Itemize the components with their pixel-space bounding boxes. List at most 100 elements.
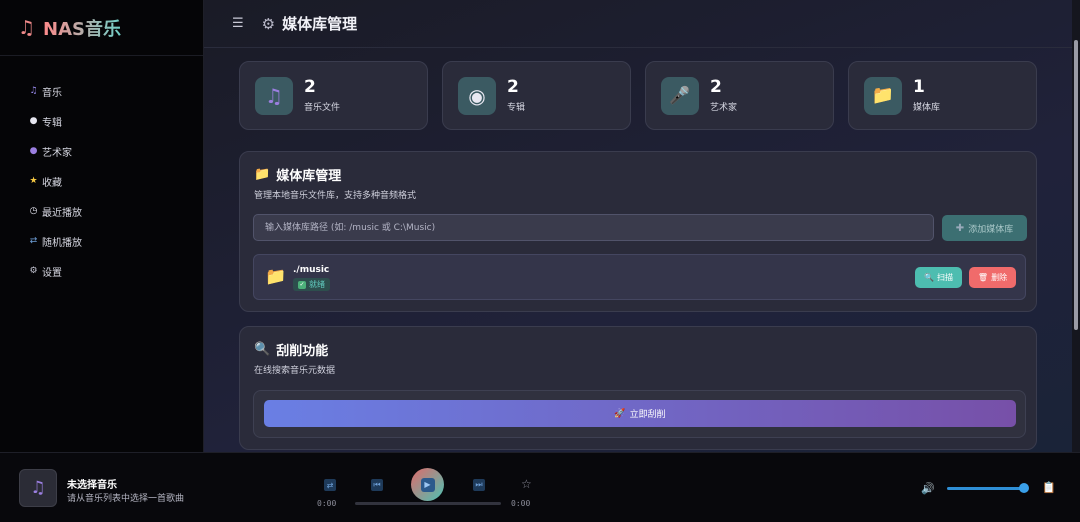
music-note-icon: ♫: [255, 76, 293, 115]
stat-label: 媒体库: [913, 103, 941, 113]
stat-card-albums: ◉ 2 专辑: [442, 61, 631, 130]
scrape-subtitle: 在线搜索音乐元数据: [254, 366, 336, 376]
stat-value: 2: [507, 77, 519, 97]
library-panel-title: 📁 媒体库管理: [254, 165, 341, 184]
trash-icon: 🗑: [977, 273, 989, 282]
delete-label: 删除: [991, 273, 1008, 282]
sidebar-item-music[interactable]: ♫ 音乐: [0, 76, 203, 106]
library-item: 📁 ./music ✓ 就绪 🔍 扫描 🗑 删除: [253, 254, 1026, 300]
sidebar-item-label: 随机播放: [42, 237, 82, 249]
sidebar-item-label: 最近播放: [42, 207, 82, 219]
sidebar-item-recent[interactable]: ◷ 最近播放: [0, 196, 203, 226]
folder-icon: 📁: [254, 167, 271, 182]
sidebar-item-settings[interactable]: ⚙ 设置: [0, 256, 203, 286]
check-icon: ✓: [298, 280, 306, 289]
album-cover: ♫: [19, 469, 57, 507]
repeat-icon[interactable]: ⇄: [324, 479, 336, 491]
music-note-icon: ♫: [18, 16, 36, 39]
sidebar: ♫ NAS音乐 ♫ 音乐 ● 专辑 ● 艺术家 ★ 收藏 ◷ 最近播放 ⇄ 随机…: [0, 0, 204, 452]
library-title-text: 媒体库管理: [276, 169, 342, 184]
status-text: 就绪: [309, 280, 325, 289]
sidebar-item-label: 收藏: [42, 177, 62, 189]
scrape-panel: 🔍 刮削功能 在线搜索音乐元数据 🚀 立即刮削: [239, 326, 1037, 450]
folder-glyph: 📁: [871, 85, 895, 106]
stat-card-libraries: 📁 1 媒体库: [848, 61, 1037, 130]
duration: 0:00: [511, 499, 531, 508]
disc-icon: ◉: [458, 76, 496, 115]
brand-name: NAS音乐: [43, 15, 121, 41]
person-icon: ●: [29, 146, 38, 156]
song-title: 未选择音乐: [67, 480, 117, 491]
gear-icon: ⚙: [261, 14, 276, 33]
library-path: ./music: [293, 265, 330, 275]
folder-icon: 📁: [265, 267, 287, 287]
disc-icon: ●: [29, 116, 38, 126]
favorite-star-icon[interactable]: ☆: [521, 477, 532, 491]
progress-bar[interactable]: [355, 502, 501, 505]
volume-slider[interactable]: [947, 487, 1025, 490]
scrollbar-thumb[interactable]: [1074, 40, 1078, 330]
status-badge: ✓ 就绪: [293, 278, 330, 291]
gear-icon: ⚙: [29, 266, 38, 276]
shuffle-icon: ⇄: [29, 236, 38, 246]
playlist-icon[interactable]: 📋: [1042, 481, 1056, 494]
stats-row: ♫ 2 音乐文件 ◉ 2 专辑 🎤 2 艺术家 📁 1 媒体库: [239, 61, 1051, 130]
sidebar-item-label: 设置: [42, 267, 62, 279]
volume-knob[interactable]: [1019, 483, 1029, 493]
music-note-glyph: ♫: [265, 83, 283, 108]
microphone-icon: 🎤: [661, 76, 699, 115]
music-note-icon: ♫: [30, 478, 46, 498]
library-subtitle: 管理本地音乐文件库，支持多种音频格式: [254, 191, 417, 201]
library-path-input[interactable]: [253, 214, 934, 241]
main-content: ☰ ⚙ 媒体库管理 ♫ 2 音乐文件 ◉ 2 专辑 🎤 2 艺术家 📁 1 媒体…: [204, 0, 1080, 452]
stat-card-music-files: ♫ 2 音乐文件: [239, 61, 428, 130]
scrape-panel-title: 🔍 刮削功能: [254, 340, 328, 359]
add-library-label: 添加媒体库: [968, 224, 1014, 235]
scan-label: 扫描: [936, 273, 953, 282]
scrape-box: 🚀 立即刮削: [253, 390, 1026, 438]
library-panel: 📁 媒体库管理 管理本地音乐文件库，支持多种音频格式 ✚ 添加媒体库 📁 ./m…: [239, 151, 1037, 312]
search-icon: 🔍: [924, 273, 934, 282]
next-icon[interactable]: ⏭: [473, 479, 485, 491]
sidebar-item-label: 音乐: [42, 87, 62, 99]
plus-icon: ✚: [955, 222, 965, 234]
stat-value: 2: [710, 77, 722, 97]
stat-value: 1: [913, 77, 925, 97]
play-icon: ▶: [420, 477, 435, 492]
clock-icon: ◷: [29, 206, 38, 216]
current-time: 0:00: [317, 499, 337, 508]
scan-button[interactable]: 🔍 扫描: [915, 267, 962, 288]
brand: ♫ NAS音乐: [0, 0, 203, 56]
sidebar-nav: ♫ 音乐 ● 专辑 ● 艺术家 ★ 收藏 ◷ 最近播放 ⇄ 随机播放 ⚙ 设置: [0, 56, 203, 286]
play-button[interactable]: ▶: [411, 468, 444, 501]
stat-label: 艺术家: [710, 103, 738, 113]
add-library-button[interactable]: ✚ 添加媒体库: [942, 215, 1027, 241]
search-icon: 🔍: [254, 342, 271, 357]
scrape-title-text: 刮削功能: [276, 344, 329, 359]
sidebar-item-favorites[interactable]: ★ 收藏: [0, 166, 203, 196]
previous-icon[interactable]: ⏮: [371, 479, 383, 491]
scrape-now-button[interactable]: 🚀 立即刮削: [264, 400, 1016, 427]
song-subtitle: 请从音乐列表中选择一首歌曲: [67, 494, 185, 504]
folder-icon: 📁: [864, 76, 902, 115]
sidebar-item-artists[interactable]: ● 艺术家: [0, 136, 203, 166]
disc-glyph: ◉: [468, 83, 486, 108]
sidebar-item-shuffle[interactable]: ⇄ 随机播放: [0, 226, 203, 256]
player-bar: ♫ 未选择音乐 请从音乐列表中选择一首歌曲 ⇄ ⏮ ▶ ⏭ ☆ 0:00 0:0…: [0, 452, 1080, 522]
stat-label: 音乐文件: [304, 103, 341, 113]
stat-value: 2: [304, 77, 316, 97]
sidebar-item-label: 专辑: [42, 117, 62, 129]
delete-button[interactable]: 🗑 删除: [969, 267, 1016, 288]
scrollbar[interactable]: [1072, 0, 1080, 452]
menu-icon[interactable]: ☰: [232, 16, 244, 31]
page-title: 媒体库管理: [282, 15, 358, 33]
sidebar-item-albums[interactable]: ● 专辑: [0, 106, 203, 136]
stat-label: 专辑: [507, 103, 526, 113]
topbar: ☰ ⚙ 媒体库管理: [204, 0, 1080, 48]
star-icon: ★: [29, 176, 38, 186]
volume-icon[interactable]: 🔊: [921, 482, 935, 495]
microphone-glyph: 🎤: [669, 85, 691, 106]
app: ♫ NAS音乐 ♫ 音乐 ● 专辑 ● 艺术家 ★ 收藏 ◷ 最近播放 ⇄ 随机…: [0, 0, 1080, 452]
sidebar-item-label: 艺术家: [42, 147, 72, 159]
rocket-icon: 🚀: [614, 408, 626, 419]
